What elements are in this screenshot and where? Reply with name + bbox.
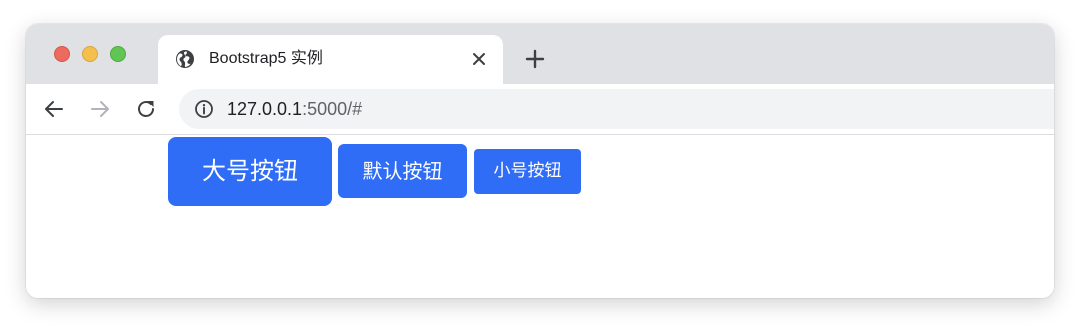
globe-icon: [176, 50, 194, 68]
tab-title: Bootstrap5 实例: [209, 50, 323, 67]
arrow-left-icon[interactable]: [42, 97, 66, 121]
reload-icon[interactable]: [134, 97, 158, 121]
close-icon[interactable]: [469, 49, 489, 69]
large-button[interactable]: 大号按钮: [168, 137, 332, 206]
active-tab[interactable]: Bootstrap5 实例: [158, 35, 503, 84]
window-maximize-button[interactable]: [110, 46, 126, 62]
arrow-right-icon[interactable]: [88, 97, 112, 121]
info-icon[interactable]: [194, 99, 214, 119]
browser-toolbar: 127.0.0.1:5000/#: [26, 84, 1054, 135]
url-text[interactable]: 127.0.0.1:5000/#: [227, 98, 362, 120]
default-button[interactable]: 默认按钮: [338, 144, 467, 198]
url-host: 127.0.0.1: [227, 99, 303, 119]
small-button[interactable]: 小号按钮: [474, 149, 581, 194]
window-minimize-button[interactable]: [82, 46, 98, 62]
window-close-button[interactable]: [54, 46, 70, 62]
address-bar[interactable]: 127.0.0.1:5000/#: [179, 89, 1054, 129]
url-path: :5000/#: [302, 99, 363, 119]
page-content: 大号按钮 默认按钮 小号按钮: [26, 135, 1054, 298]
browser-window: Bootstrap5 实例 127.0.0.1:5000/# 大号按钮 默认按钮…: [26, 24, 1054, 298]
tab-bar: Bootstrap5 实例: [26, 24, 1054, 84]
plus-icon[interactable]: [524, 48, 546, 70]
